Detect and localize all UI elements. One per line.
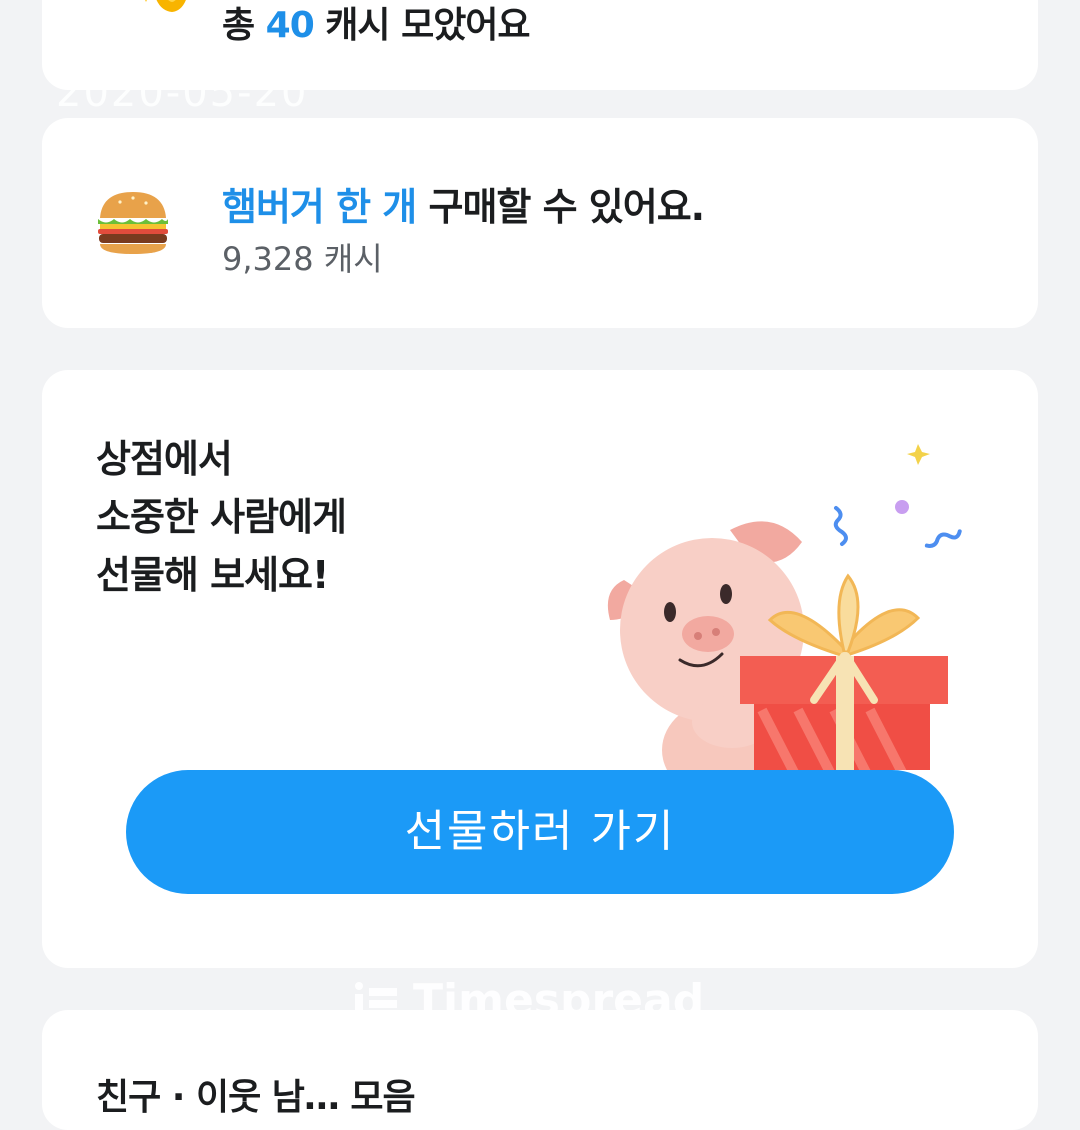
- bottom-card: 친구 · 이웃 남… 모음: [42, 1010, 1038, 1130]
- pig-with-gift-icon: [607, 444, 962, 770]
- gift-promo-card: 상점에서 소중한 사람에게 선물해 보세요! 선물하러 가기: [42, 370, 1038, 968]
- gift-line-3: 선물해 보세요!: [96, 553, 329, 597]
- total-suffix: 캐시 모았어요: [313, 5, 530, 46]
- go-gift-button[interactable]: 선물하러 가기: [126, 770, 954, 894]
- hamburger-icon: [98, 192, 168, 254]
- burger-cash-value: 9,328 캐시: [222, 240, 383, 278]
- burger-purchase-card[interactable]: 햄버거 한 개 구매할 수 있어요. 9,328 캐시: [42, 118, 1038, 328]
- total-cash-text: 총 40 캐시 모았어요: [222, 0, 531, 48]
- gift-line-1: 상점에서: [96, 437, 233, 481]
- burger-text: 구매할 수 있어요.: [416, 185, 705, 229]
- bottom-card-title: 친구 · 이웃 남… 모음: [96, 1077, 416, 1118]
- gift-line-2: 소중한 사람에게: [96, 495, 347, 539]
- burger-highlight: 햄버거 한 개: [222, 185, 417, 229]
- gift-promo-text: 상점에서 소중한 사람에게 선물해 보세요!: [96, 430, 347, 604]
- date-watermark: 2020-05-20: [56, 70, 309, 116]
- coin-sparkle-icon: [145, 0, 186, 12]
- burger-message: 햄버거 한 개 구매할 수 있어요.: [222, 176, 705, 231]
- total-prefix: 총: [222, 5, 266, 46]
- total-amount: 40: [265, 5, 315, 46]
